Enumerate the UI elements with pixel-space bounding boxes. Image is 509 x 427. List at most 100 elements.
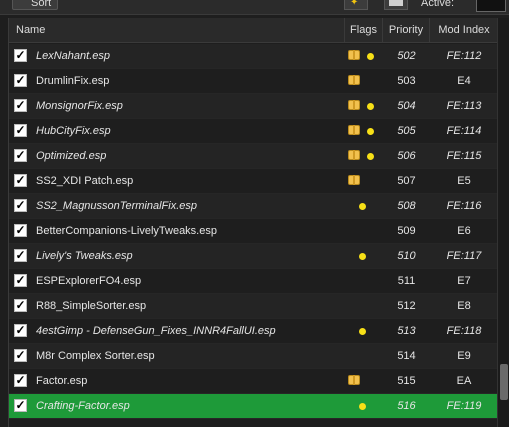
plugin-row[interactable]: ✓ 4estGimp - DefenseGun_Fixes_INNR4FallUI… — [9, 319, 498, 344]
plugin-flags — [345, 394, 383, 418]
plugin-mod-index: FE:114 — [446, 125, 482, 137]
plugin-priority: 514 — [397, 350, 416, 362]
plugin-row[interactable]: ✓ DrumlinFix.esp 503 E4 — [9, 69, 498, 94]
plugin-priority: 512 — [397, 300, 416, 312]
plugin-name: Optimized.esp — [36, 150, 107, 162]
light-plugin-dot-icon — [359, 203, 366, 210]
plugin-checkbox[interactable]: ✓ — [14, 249, 27, 262]
plugin-flags — [345, 319, 383, 343]
package-icon — [348, 125, 360, 135]
plugin-checkbox[interactable]: ✓ — [14, 174, 27, 187]
plugin-checkbox[interactable]: ✓ — [14, 74, 27, 87]
table-header: Name Flags Priority Mod Index — [9, 18, 498, 43]
plugin-checkbox[interactable]: ✓ — [14, 99, 27, 112]
plugin-name: BetterCompanions-LivelyTweaks.esp — [36, 225, 217, 237]
plugin-priority: 516 — [397, 400, 416, 412]
plugin-list: Name Flags Priority Mod Index ✓ LexNahant… — [8, 18, 498, 427]
plugin-flags — [345, 344, 383, 368]
sort-button[interactable]: Sort — [12, 0, 58, 10]
plugin-checkbox[interactable]: ✓ — [14, 274, 27, 287]
vertical-scrollbar[interactable] — [497, 18, 509, 427]
column-header-mod-index[interactable]: Mod Index — [430, 18, 498, 42]
scrollbar-thumb[interactable] — [500, 364, 508, 400]
plugin-mod-index: FE:118 — [446, 325, 482, 337]
package-icon — [348, 50, 360, 60]
plugin-mod-index: EA — [456, 375, 472, 387]
plugin-row[interactable]: ✓ MonsignorFix.esp 504 FE:113 — [9, 94, 498, 119]
package-icon — [348, 175, 360, 185]
plugin-name: MonsignorFix.esp — [36, 100, 123, 112]
plugin-priority: 507 — [397, 175, 416, 187]
plugin-row[interactable]: ✓ LexNahant.esp 502 FE:112 — [9, 44, 498, 69]
plugin-flags — [345, 44, 383, 68]
plugin-row[interactable]: ✓ HubCityFix.esp 505 FE:114 — [9, 119, 498, 144]
plugin-flags — [345, 169, 383, 193]
toolbar: Sort ✦ Active: — [0, 0, 509, 15]
plugin-row[interactable]: ✓ BetterCompanions-LivelyTweaks.esp 509 E6 — [9, 219, 498, 244]
light-plugin-dot-icon — [359, 253, 366, 260]
plugin-flags — [345, 119, 383, 143]
column-header-name[interactable]: Name — [9, 18, 345, 42]
plugin-flags — [345, 269, 383, 293]
light-plugin-dot-icon — [367, 103, 374, 110]
plugin-name: Lively's Tweaks.esp — [36, 250, 133, 262]
light-plugin-dot-icon — [367, 128, 374, 135]
plugin-checkbox[interactable]: ✓ — [14, 399, 27, 412]
plugin-priority: 509 — [397, 225, 416, 237]
plugin-checkbox[interactable]: ✓ — [14, 199, 27, 212]
light-plugin-dot-icon — [359, 328, 366, 335]
package-icon — [348, 75, 360, 85]
plugin-row[interactable]: ✓ SS2_MagnussonTerminalFix.esp 508 FE:116 — [9, 194, 498, 219]
plugin-flags — [345, 194, 383, 218]
plugin-name: Factor.esp — [36, 375, 88, 387]
plugin-checkbox[interactable]: ✓ — [14, 49, 27, 62]
plugin-flags — [345, 144, 383, 168]
plugin-name: Crafting-Factor.esp — [36, 400, 130, 412]
plugin-mod-index: E9 — [457, 350, 471, 362]
package-icon — [348, 100, 360, 110]
plugin-row[interactable]: ✓ R88_SimpleSorter.esp 512 E8 — [9, 294, 498, 319]
plugin-priority: 515 — [397, 375, 416, 387]
plugin-mod-index: FE:117 — [446, 250, 482, 262]
column-header-flags[interactable]: Flags — [345, 18, 383, 42]
plugin-flags — [345, 94, 383, 118]
box-icon — [389, 0, 403, 6]
light-plugin-dot-icon — [367, 53, 374, 60]
plugin-row[interactable]: ✓ Optimized.esp 506 FE:115 — [9, 144, 498, 169]
plugin-row[interactable]: ✓ Lively's Tweaks.esp 510 FE:117 — [9, 244, 498, 269]
column-header-priority[interactable]: Priority — [383, 18, 430, 42]
plugin-checkbox[interactable]: ✓ — [14, 299, 27, 312]
plugin-mod-index: E4 — [457, 75, 471, 87]
plugin-checkbox[interactable]: ✓ — [14, 349, 27, 362]
plugin-row[interactable]: ✓ ESPExplorerFO4.esp 511 E7 — [9, 269, 498, 294]
plugin-name: DrumlinFix.esp — [36, 75, 110, 87]
plugin-flags — [345, 294, 383, 318]
plugin-flags — [345, 369, 383, 393]
plugin-checkbox[interactable]: ✓ — [14, 124, 27, 137]
plugin-mod-index: FE:113 — [446, 100, 482, 112]
plugin-mod-index: E5 — [457, 175, 471, 187]
plugin-name: LexNahant.esp — [36, 50, 110, 62]
plugin-row[interactable]: ✓ Crafting-Factor.esp 516 FE:119 — [9, 394, 498, 419]
plugin-row[interactable]: ✓ SS2_XDI Patch.esp 507 E5 — [9, 169, 498, 194]
toolbar-box-button[interactable] — [384, 0, 408, 10]
wand-button[interactable]: ✦ — [344, 0, 368, 10]
plugin-mod-index: FE:119 — [446, 400, 482, 412]
plugin-checkbox[interactable]: ✓ — [14, 374, 27, 387]
plugin-flags — [345, 219, 383, 243]
plugin-priority: 506 — [397, 150, 416, 162]
wand-icon: ✦ — [350, 0, 359, 8]
plugin-row[interactable]: ✓ M8r Complex Sorter.esp 514 E9 — [9, 344, 498, 369]
plugin-row[interactable]: ✓ Factor.esp 515 EA — [9, 369, 498, 394]
plugin-checkbox[interactable]: ✓ — [14, 224, 27, 237]
package-icon — [348, 150, 360, 160]
plugin-name: R88_SimpleSorter.esp — [36, 300, 147, 312]
package-icon — [348, 375, 360, 385]
plugin-checkbox[interactable]: ✓ — [14, 324, 27, 337]
plugin-priority: 505 — [397, 125, 416, 137]
plugin-priority: 503 — [397, 75, 416, 87]
plugin-checkbox[interactable]: ✓ — [14, 149, 27, 162]
plugin-priority: 511 — [397, 275, 416, 287]
plugin-name: SS2_MagnussonTerminalFix.esp — [36, 200, 198, 212]
plugin-priority: 508 — [397, 200, 416, 212]
